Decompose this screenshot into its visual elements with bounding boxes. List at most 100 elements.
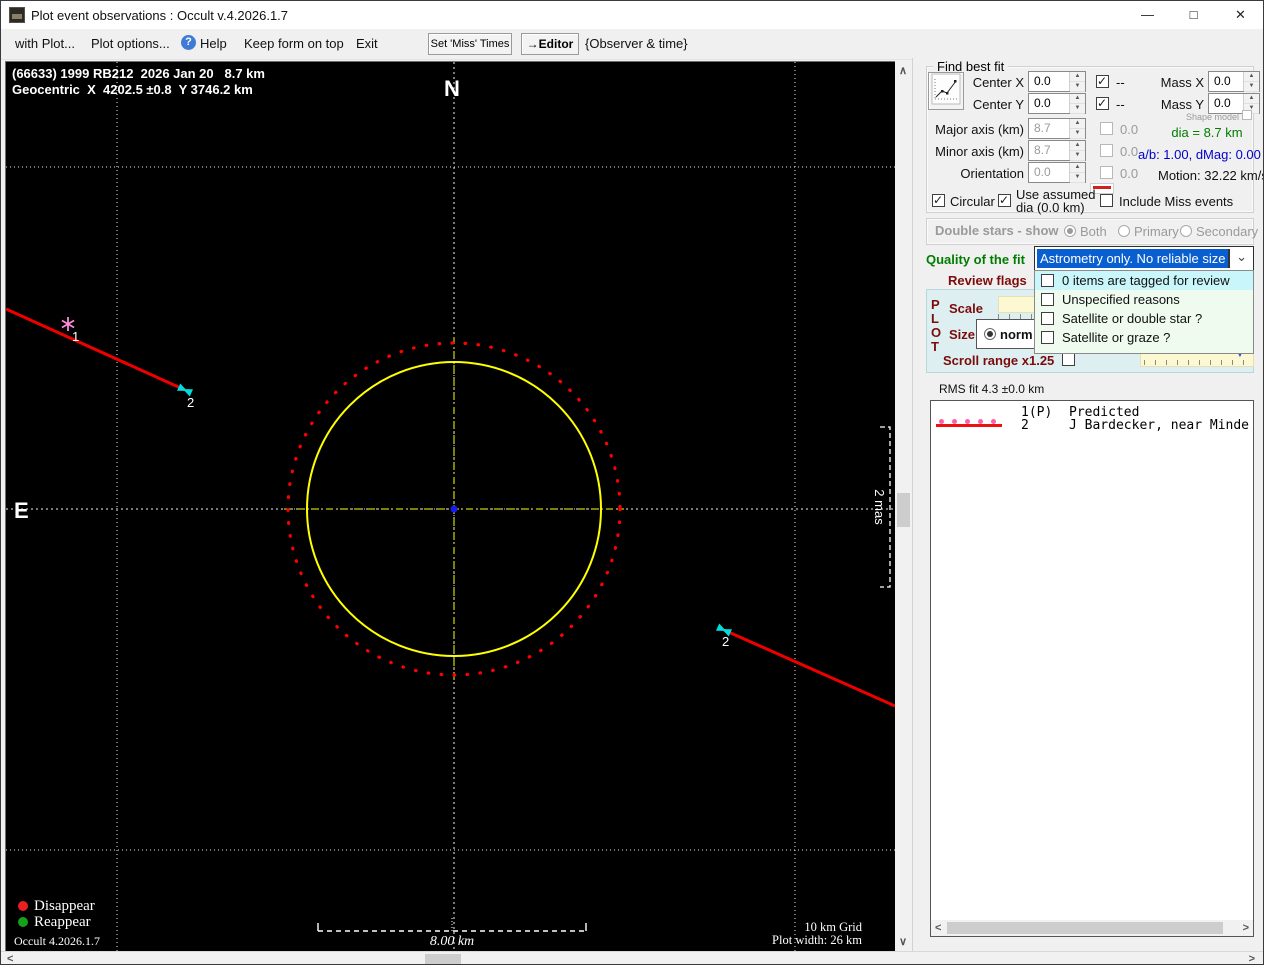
spinner-down-icon[interactable]: ▼ [1070, 173, 1085, 183]
title-bar: Plot event observations : Occult v.4.202… [1, 1, 1263, 29]
maximize-button-icon[interactable]: □ [1171, 1, 1216, 29]
legend-row: 2J Bardecker, near Minde [1021, 418, 1249, 433]
include-miss-label: Include Miss events [1119, 194, 1233, 209]
scroll-range-checkbox[interactable] [1062, 353, 1075, 366]
use-assumed-label-2: dia (0.0 km) [1016, 200, 1085, 215]
menu-with-plot[interactable]: with Plot... [15, 36, 75, 51]
mass-y-spinner[interactable]: 0.0 ▲▼ [1208, 93, 1260, 114]
use-assumed-checkbox[interactable] [998, 194, 1011, 207]
scroll-right-icon[interactable]: > [1249, 953, 1255, 965]
review-flag-item[interactable]: Unspecified reasons [1035, 290, 1253, 309]
center-x-dash: -- [1116, 75, 1125, 90]
center-x-checkbox[interactable] [1096, 75, 1109, 88]
review-flag-item[interactable]: Satellite or double star ? [1035, 309, 1253, 328]
app-window: Plot event observations : Occult v.4.202… [0, 0, 1264, 965]
spinner-up-icon[interactable]: ▲ [1070, 141, 1085, 151]
quality-value: Astrometry only. No reliable size [1037, 249, 1230, 268]
minor-axis-label: Minor axis (km) [922, 144, 1024, 159]
minor-axis-checkbox[interactable] [1100, 144, 1113, 157]
spinner-down-icon[interactable]: ▼ [1244, 82, 1259, 92]
review-flag-checkbox[interactable] [1041, 312, 1054, 325]
plot-horizontal-scrollbar[interactable]: < > [1, 951, 1264, 965]
mass-y-label: Mass Y [1160, 97, 1204, 112]
north-label: N [444, 76, 460, 102]
quality-combobox[interactable]: Astrometry only. No reliable size ⌄ [1034, 246, 1254, 271]
scale-label: Scale [949, 301, 983, 316]
menu-bar: with Plot... Plot options... ? Help Keep… [1, 29, 1263, 60]
major-axis-aux: 0.0 [1120, 122, 1138, 137]
review-flag-checkbox[interactable] [1041, 293, 1054, 306]
spinner-down-icon[interactable]: ▼ [1070, 82, 1085, 92]
horizontal-scroll-thumb[interactable] [425, 954, 461, 964]
major-axis-spinner[interactable]: 8.7 ▲▼ [1028, 118, 1086, 139]
scroll-range-ticks [1144, 360, 1250, 365]
east-label: E [14, 498, 29, 524]
spinner-down-icon[interactable]: ▼ [1070, 151, 1085, 161]
spinner-up-icon[interactable]: ▲ [1070, 119, 1085, 129]
plot-group-letter-t: T [931, 339, 939, 354]
menu-help[interactable]: Help [200, 36, 227, 51]
scroll-up-icon[interactable]: ∧ [899, 64, 907, 77]
mass-x-spinner[interactable]: 0.0 ▲▼ [1208, 71, 1260, 92]
primary-radio[interactable] [1118, 225, 1130, 237]
help-icon: ? [181, 35, 196, 50]
size-label: Size [949, 327, 975, 342]
center-y-checkbox[interactable] [1096, 97, 1109, 110]
listbox-scroll-thumb[interactable] [947, 922, 1223, 934]
disappear-dot-icon [18, 901, 28, 911]
close-button-icon[interactable]: ✕ [1218, 1, 1263, 29]
include-miss-checkbox[interactable] [1100, 194, 1113, 207]
review-flag-checkbox[interactable] [1041, 274, 1054, 287]
scale-slider[interactable] [998, 296, 1035, 313]
spinner-up-icon[interactable]: ▲ [1070, 163, 1085, 173]
motion-label: Motion: 32.22 km/s [1158, 168, 1264, 183]
center-y-dash: -- [1116, 97, 1125, 112]
plot-header-line2: Geocentric X 4202.5 ±0.8 Y 3746.2 km [12, 82, 253, 97]
major-axis-checkbox[interactable] [1100, 122, 1113, 135]
set-miss-times-button[interactable]: Set 'Miss' Times [428, 33, 512, 55]
minimize-button-icon[interactable]: — [1125, 1, 1170, 29]
spinner-down-icon[interactable]: ▼ [1070, 104, 1085, 114]
menu-keep-on-top[interactable]: Keep form on top [244, 36, 344, 51]
spinner-up-icon[interactable]: ▲ [1244, 94, 1259, 104]
center-x-spinner[interactable]: 0.0 ▲▼ [1028, 71, 1086, 92]
plot-width-label: Plot width: 26 km [706, 933, 862, 948]
center-x-label: Center X [950, 75, 1024, 90]
orientation-checkbox[interactable] [1100, 166, 1113, 179]
spinner-down-icon[interactable]: ▼ [1070, 129, 1085, 139]
scroll-left-icon[interactable]: < [7, 953, 13, 965]
menu-plot-options[interactable]: Plot options... [91, 36, 170, 51]
scroll-right-icon[interactable]: > [1243, 922, 1249, 934]
double-stars-title: Double stars - show [935, 223, 1059, 238]
shape-model-checkbox[interactable] [1242, 110, 1252, 120]
dia-label: dia = 8.7 km [1162, 125, 1252, 140]
scroll-down-icon[interactable]: ∨ [899, 935, 907, 948]
chevron-down-icon[interactable]: ⌄ [1236, 249, 1247, 265]
center-y-spinner[interactable]: 0.0 ▲▼ [1028, 93, 1086, 114]
orientation-spinner[interactable]: 0.0 ▲▼ [1028, 162, 1086, 183]
secondary-radio[interactable] [1180, 225, 1192, 237]
minor-axis-spinner[interactable]: 8.7 ▲▼ [1028, 140, 1086, 161]
observer-listbox[interactable]: 1(P)Predicted 2J Bardecker, near Minde <… [930, 400, 1254, 937]
review-flag-item[interactable]: 0 items are tagged for review [1035, 271, 1253, 290]
size-normal-radio[interactable] [984, 328, 996, 340]
app-icon [9, 7, 25, 23]
circular-checkbox[interactable] [932, 194, 945, 207]
scroll-left-icon[interactable]: < [935, 922, 941, 934]
plot-vertical-scrollbar[interactable]: ∧ ∨ [895, 61, 912, 951]
editor-button[interactable]: →Editor [521, 33, 579, 55]
plot-header-line1: (66633) 1999 RB212 2026 Jan 20 8.7 km [12, 66, 265, 81]
review-flag-item[interactable]: Satellite or graze ? [1035, 328, 1253, 347]
plot-canvas[interactable]: (66633) 1999 RB212 2026 Jan 20 8.7 km Ge… [5, 61, 896, 953]
spinner-up-icon[interactable]: ▲ [1070, 72, 1085, 82]
vertical-scroll-thumb[interactable] [897, 493, 910, 527]
review-flag-checkbox[interactable] [1041, 331, 1054, 344]
spinner-up-icon[interactable]: ▲ [1244, 72, 1259, 82]
both-radio[interactable] [1064, 225, 1076, 237]
shape-model-label: Shape model [1186, 112, 1239, 122]
spinner-up-icon[interactable]: ▲ [1070, 94, 1085, 104]
reappear-dot-icon [18, 917, 28, 927]
menu-exit[interactable]: Exit [356, 36, 378, 51]
listbox-horizontal-scrollbar[interactable]: < > [931, 920, 1253, 936]
window-title: Plot event observations : Occult v.4.202… [31, 8, 288, 23]
